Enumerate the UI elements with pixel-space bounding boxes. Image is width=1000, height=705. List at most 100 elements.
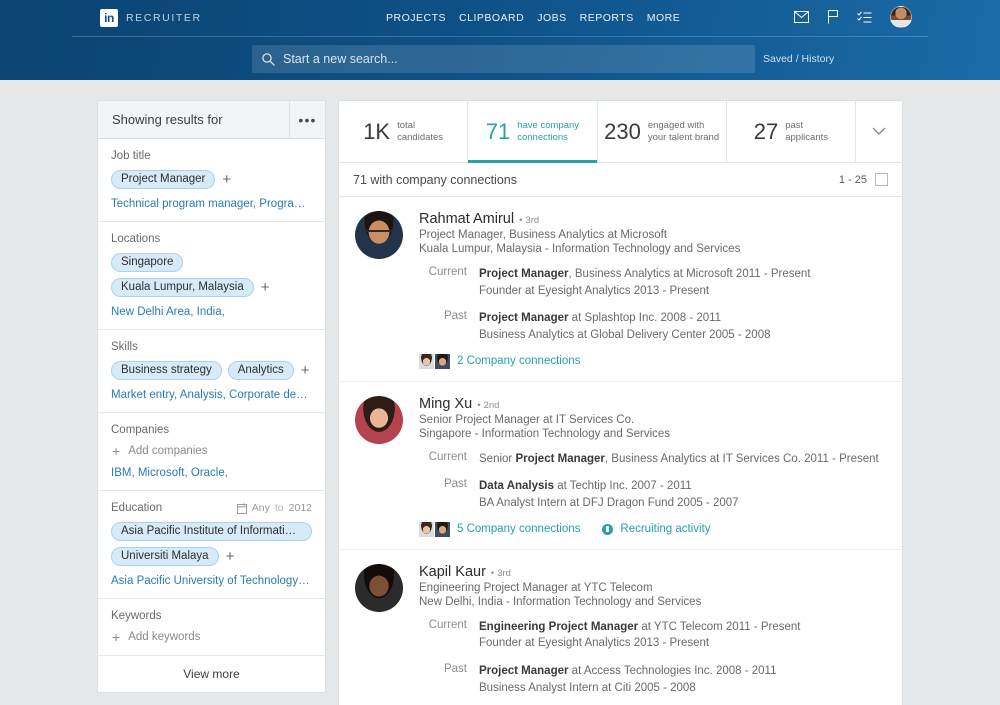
company-connections[interactable]: 5 Company connections bbox=[419, 522, 580, 537]
candidate-location: New Delhi, India - Information Technolog… bbox=[419, 596, 888, 608]
filter-suggestions[interactable]: New Delhi Area, India, bbox=[111, 306, 312, 318]
face-icon bbox=[435, 522, 450, 537]
search-row: Start a new search... Saved / History bbox=[0, 37, 1000, 80]
current-rows: Engineering Project Manager at YTC Telec… bbox=[479, 619, 888, 652]
candidate-photo[interactable] bbox=[355, 211, 403, 259]
view-more-button[interactable]: View more bbox=[98, 656, 325, 692]
experience-row: Engineering Project Manager at YTC Telec… bbox=[479, 619, 888, 636]
chevron-down-icon[interactable] bbox=[856, 101, 902, 162]
nav-link-projects[interactable]: PROJECTS bbox=[386, 12, 446, 24]
candidate-card[interactable]: Rahmat Amirul •3rd Project Manager, Busi… bbox=[339, 197, 902, 382]
exp-rest: , Business Analytics at IT Services Co. … bbox=[605, 453, 879, 465]
recruiting-activity-link[interactable]: Recruiting activity bbox=[620, 523, 710, 535]
candidate-name-line: Kapil Kaur •3rd bbox=[419, 564, 888, 580]
search-input[interactable]: Start a new search... bbox=[252, 45, 755, 73]
filter-pill[interactable]: Project Manager bbox=[111, 170, 215, 189]
candidate-name[interactable]: Ming Xu bbox=[419, 396, 472, 412]
filters-overflow-icon[interactable]: ••• bbox=[289, 101, 325, 138]
filter-suggestions[interactable]: Technical program manager, Program mana… bbox=[111, 198, 312, 210]
tab-past-applicants[interactable]: 27 past applicants bbox=[727, 101, 856, 162]
filter-pill[interactable]: Singapore bbox=[111, 253, 183, 272]
filter-pills: Asia Pacific Institute of Information Te… bbox=[111, 522, 312, 541]
add-companies-label: Add companies bbox=[128, 445, 207, 457]
candidate-card[interactable]: Kapil Kaur •3rd Engineering Project Mana… bbox=[339, 550, 902, 705]
add-filter-icon[interactable]: + bbox=[260, 280, 271, 295]
filter-pill[interactable]: Universiti Malaya bbox=[111, 547, 219, 566]
candidate-name[interactable]: Rahmat Amirul bbox=[419, 211, 514, 227]
saved-history-link[interactable]: Saved / History bbox=[763, 53, 834, 65]
candidate-card[interactable]: Ming Xu •2nd Senior Project Manager at I… bbox=[339, 382, 902, 550]
candidate-connections: 2 Company connections bbox=[419, 354, 888, 369]
nav-link-more[interactable]: MORE bbox=[647, 12, 681, 24]
recruiting-activity-icon bbox=[602, 524, 613, 535]
add-filter-icon[interactable]: + bbox=[221, 172, 232, 187]
experience-row: Founder at Eyesight Analytics 2013 - Pre… bbox=[479, 635, 888, 652]
stat-label-line1: total bbox=[397, 120, 415, 131]
tab-total-candidates[interactable]: 1K total candidates bbox=[339, 101, 468, 162]
past-rows: Data Analysis at Techtip Inc. 2007 - 201… bbox=[479, 478, 888, 511]
stat-label: total candidates bbox=[397, 120, 443, 144]
filter-label: Job title bbox=[111, 150, 151, 162]
filter-label: Companies bbox=[111, 424, 169, 436]
tab-engaged-talent-brand[interactable]: 230 engaged with your talent brand bbox=[598, 101, 727, 162]
flag-icon[interactable] bbox=[827, 10, 839, 24]
filter-suggestions[interactable]: Market entry, Analysis, Corporate develo… bbox=[111, 389, 312, 401]
select-all-checkbox[interactable] bbox=[875, 173, 888, 186]
add-filter-icon[interactable]: + bbox=[300, 363, 311, 378]
nav-link-jobs[interactable]: JOBS bbox=[537, 12, 566, 24]
stat-number: 230 bbox=[604, 119, 641, 145]
filter-group-head: Job title bbox=[111, 150, 312, 162]
filter-suggestions[interactable]: IBM, Microsoft, Oracle, bbox=[111, 467, 312, 479]
add-keywords-button[interactable]: + Add keywords bbox=[111, 630, 312, 644]
checklist-icon[interactable] bbox=[857, 11, 872, 24]
tab-have-company-connections[interactable]: 71 have company connections bbox=[468, 101, 597, 162]
candidate-body: Kapil Kaur •3rd Engineering Project Mana… bbox=[419, 564, 888, 705]
candidate-name[interactable]: Kapil Kaur bbox=[419, 564, 486, 580]
filter-group-job-title: Job title Project Manager + Technical pr… bbox=[98, 139, 325, 222]
filter-pill[interactable]: Asia Pacific Institute of Information Te… bbox=[111, 522, 312, 541]
candidate-photo-wrap bbox=[353, 396, 419, 537]
stat-label-line1: engaged with bbox=[648, 120, 705, 131]
past-label: Past bbox=[419, 663, 479, 696]
experience-row: Project Manager, Business Analytics at M… bbox=[479, 266, 888, 283]
nav-link-reports[interactable]: REPORTS bbox=[580, 12, 634, 24]
brand-logo[interactable]: in RECRUITER bbox=[100, 9, 202, 27]
experience-row: Business Analytics at Global Delivery Ce… bbox=[479, 327, 888, 344]
date-to: to bbox=[275, 502, 284, 514]
candidate-headline: Engineering Project Manager at YTC Telec… bbox=[419, 582, 888, 594]
stat-label-line2: your talent brand bbox=[648, 132, 719, 143]
stat-label-line2: applicants bbox=[785, 132, 828, 143]
candidate-past-section: Past Data Analysis at Techtip Inc. 2007 … bbox=[419, 478, 888, 511]
add-filter-icon[interactable]: + bbox=[225, 549, 236, 564]
candidate-current-section: Current Senior Project Manager, Business… bbox=[419, 451, 888, 468]
exp-bold: Project Manager bbox=[515, 453, 604, 465]
recruiting-activity[interactable]: Recruiting activity bbox=[602, 523, 710, 535]
face-icon bbox=[419, 522, 434, 537]
candidate-location: Kuala Lumpur, Malaysia - Information Tec… bbox=[419, 243, 888, 255]
candidate-photo[interactable] bbox=[355, 564, 403, 612]
company-connections-link[interactable]: 2 Company connections bbox=[457, 355, 580, 367]
filter-label: Locations bbox=[111, 233, 160, 245]
past-label: Past bbox=[419, 478, 479, 511]
date-any: Any bbox=[252, 502, 270, 514]
filter-suggestions[interactable]: Asia Pacific University of Technology an… bbox=[111, 575, 312, 587]
filter-pill[interactable]: Kuala Lumpur, Malaysia bbox=[111, 278, 254, 297]
avatar[interactable] bbox=[890, 6, 912, 28]
experience-row: Senior Project Manager, Business Analyti… bbox=[479, 451, 888, 468]
exp-bold: Project Manager bbox=[479, 268, 568, 280]
add-companies-button[interactable]: + Add companies bbox=[111, 444, 312, 458]
current-label: Current bbox=[419, 451, 479, 468]
filter-pill[interactable]: Business strategy bbox=[111, 361, 222, 380]
candidate-photo[interactable] bbox=[355, 396, 403, 444]
candidate-connections: 5 Company connections Recruiting activit… bbox=[419, 522, 888, 537]
education-date-range[interactable]: Any to 2012 bbox=[237, 502, 312, 514]
company-connections-link[interactable]: 5 Company connections bbox=[457, 523, 580, 535]
mail-icon[interactable] bbox=[794, 11, 809, 23]
nav-link-clipboard[interactable]: CLIPBOARD bbox=[459, 12, 524, 24]
filter-pill[interactable]: Analytics bbox=[228, 361, 294, 380]
top-navigation-bar: in RECRUITER PROJECTS CLIPBOARD JOBS REP… bbox=[0, 0, 1000, 80]
candidate-degree: •3rd bbox=[491, 568, 511, 579]
company-connections[interactable]: 2 Company connections bbox=[419, 354, 580, 369]
stat-label-line1: have company bbox=[517, 120, 579, 131]
candidate-current-section: Current Engineering Project Manager at Y… bbox=[419, 619, 888, 652]
